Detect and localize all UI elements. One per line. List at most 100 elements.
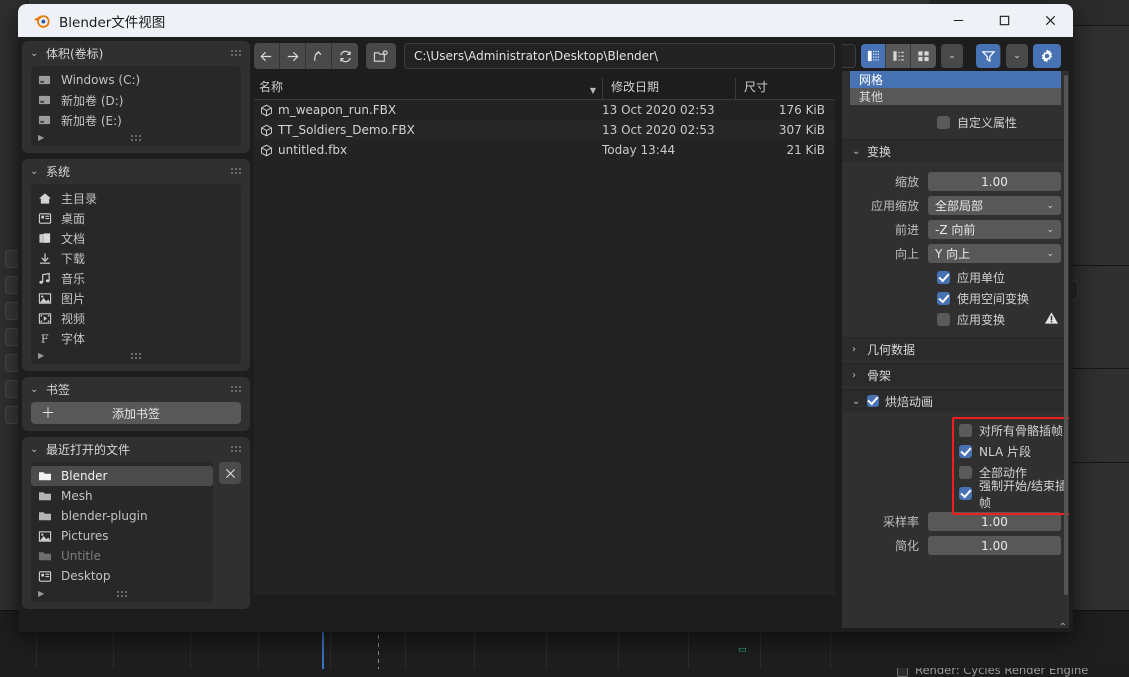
geometry-section-header[interactable]: › 几何数据 <box>842 337 1069 360</box>
sidebar-item-downloads[interactable]: 下载 <box>31 248 241 268</box>
refresh-button[interactable] <box>332 43 358 69</box>
recent-item-mesh[interactable]: Mesh <box>31 486 213 506</box>
apply-transform-checkbox[interactable] <box>937 313 950 326</box>
pictures-icon <box>38 530 58 543</box>
resize-grip-icon[interactable] <box>116 590 128 598</box>
panel-scrollbar[interactable] <box>1064 75 1068 595</box>
recent-item-pictures[interactable]: Pictures <box>31 526 213 546</box>
drag-grip-icon[interactable] <box>230 385 242 394</box>
sidebar: ⌄ 体积(卷标) Windows (C:) <box>22 41 250 628</box>
options-scroll-area[interactable]: 网格 其他 自定义属性 ⌄ 变换 缩放 1.00 <box>842 71 1069 628</box>
key-all-bones-checkbox[interactable] <box>959 424 972 437</box>
column-header-size[interactable]: 尺寸 <box>735 78 835 99</box>
pictures-icon <box>38 292 58 305</box>
transform-section-header[interactable]: ⌄ 变换 <box>842 139 1069 162</box>
simplify-input[interactable]: 1.00 <box>928 536 1061 555</box>
table-row[interactable]: TT_Soldiers_Demo.FBX 13 Oct 2020 02:53 3… <box>254 120 835 140</box>
nla-strips-checkbox[interactable] <box>959 445 972 458</box>
sidebar-item-fonts[interactable]: F 字体 <box>31 328 241 348</box>
column-header-name[interactable]: 名称 <box>254 78 590 99</box>
sidebar-item-music[interactable]: 音乐 <box>31 268 241 288</box>
sampling-rate-input[interactable]: 1.00 <box>928 512 1061 531</box>
custom-properties-checkbox[interactable] <box>937 116 950 129</box>
table-row[interactable]: untitled.fbx Today 13:44 21 KiB <box>254 140 835 160</box>
up-select[interactable]: Y 向上 ⌄ <box>928 244 1061 263</box>
system-list-footer[interactable]: ▶ <box>31 348 241 363</box>
volumes-list-footer[interactable]: ▶ <box>31 130 241 145</box>
scale-input[interactable]: 1.00 <box>928 172 1061 191</box>
file-name-cell[interactable]: untitled.fbx <box>254 143 594 157</box>
armature-section-header[interactable]: › 骨架 <box>842 363 1069 386</box>
recent-item-untitle[interactable]: Untitle <box>31 546 213 566</box>
file-size: 21 KiB <box>735 143 835 157</box>
forward-select[interactable]: -Z 向前 ⌄ <box>928 220 1061 239</box>
sidebar-item-documents[interactable]: 文档 <box>31 228 241 248</box>
sort-indicator-icon[interactable]: ▼ <box>590 86 602 99</box>
system-header[interactable]: ⌄ 系统 <box>22 159 250 184</box>
resize-grip-icon[interactable] <box>130 134 142 142</box>
clear-recent-button[interactable] <box>219 462 241 484</box>
forward-button[interactable] <box>280 43 306 69</box>
resize-grip-icon[interactable] <box>130 352 142 360</box>
settings-button[interactable] <box>1033 44 1061 68</box>
file-list[interactable]: m_weapon_run.FBX 13 Oct 2020 02:53 176 K… <box>254 100 835 595</box>
sidebar-item-desktop[interactable]: 桌面 <box>31 208 241 228</box>
blender-file-view-window: Blender文件视图 ⌄ 体积(卷标) <box>18 4 1073 632</box>
bake-animation-checkbox[interactable] <box>867 395 879 407</box>
sidebar-item-home[interactable]: 主目录 <box>31 188 241 208</box>
maximize-button[interactable] <box>981 4 1027 37</box>
recent-item-blender[interactable]: Blender <box>31 466 213 486</box>
bookmarks-header[interactable]: ⌄ 书签 <box>22 377 250 402</box>
path-input[interactable]: C:\Users\Administrator\Desktop\Blender\ <box>404 43 835 69</box>
drag-grip-icon[interactable] <box>230 49 242 58</box>
thumbnail-grid-icon <box>916 49 931 63</box>
close-button[interactable] <box>1027 4 1073 37</box>
use-space-transform-row[interactable]: 使用空间变换 <box>842 288 1069 309</box>
filter-toggle-button[interactable] <box>976 44 1001 68</box>
file-name-cell[interactable]: TT_Soldiers_Demo.FBX <box>254 123 594 137</box>
display-mode-list-vertical[interactable] <box>861 44 886 68</box>
use-space-transform-checkbox[interactable] <box>937 292 950 305</box>
custom-properties-row[interactable]: 自定义属性 <box>842 112 1069 133</box>
recent-header[interactable]: ⌄ 最近打开的文件 <box>22 437 250 462</box>
all-actions-checkbox[interactable] <box>959 466 972 479</box>
apply-unit-checkbox[interactable] <box>937 271 950 284</box>
volume-item-c[interactable]: Windows (C:) <box>31 70 241 90</box>
recent-item-desktop[interactable]: Desktop <box>31 566 213 586</box>
drag-grip-icon[interactable] <box>230 167 242 176</box>
display-mode-list-horizontal[interactable] <box>886 44 911 68</box>
file-name-cell[interactable]: m_weapon_run.FBX <box>254 103 594 117</box>
file-toolbar: C:\Users\Administrator\Desktop\Blender\ <box>254 41 835 71</box>
column-header-date[interactable]: 修改日期 <box>602 78 735 99</box>
volumes-header[interactable]: ⌄ 体积(卷标) <box>22 41 250 66</box>
collapse-arrow-icon[interactable]: ⌃ <box>1059 622 1067 632</box>
object-type-other[interactable]: 其他 <box>850 88 1061 105</box>
apply-transform-row[interactable]: 应用变换 <box>842 309 1069 330</box>
apply-scalings-select[interactable]: 全部局部 ⌄ <box>928 196 1061 215</box>
object-type-mesh[interactable]: 网格 <box>850 71 1061 88</box>
recent-list-footer[interactable]: ▶ <box>31 586 213 601</box>
table-row[interactable]: m_weapon_run.FBX 13 Oct 2020 02:53 176 K… <box>254 100 835 120</box>
minimize-button[interactable] <box>935 4 981 37</box>
sidebar-item-videos[interactable]: 视频 <box>31 308 241 328</box>
display-options-dropdown[interactable]: ⌄ <box>941 44 963 68</box>
new-folder-button[interactable] <box>366 43 396 69</box>
volume-item-d[interactable]: 新加卷 (D:) <box>31 90 241 110</box>
search-input[interactable] <box>842 44 856 68</box>
parent-directory-button[interactable] <box>306 43 332 69</box>
apply-unit-row[interactable]: 应用单位 <box>842 267 1069 288</box>
force-start-end-keying-checkbox[interactable] <box>959 487 972 500</box>
display-mode-thumbnail-grid[interactable] <box>911 44 936 68</box>
file-date: 13 Oct 2020 02:53 <box>594 103 735 117</box>
nla-strips-row[interactable]: NLA 片段 <box>842 441 1069 462</box>
drag-grip-icon[interactable] <box>230 445 242 454</box>
recent-item-blender-plugin[interactable]: blender-plugin <box>31 506 213 526</box>
back-button[interactable] <box>254 43 280 69</box>
volume-item-e[interactable]: 新加卷 (E:) <box>31 110 241 130</box>
bake-animation-section-header[interactable]: ⌄ 烘焙动画 <box>842 389 1069 412</box>
sidebar-item-pictures[interactable]: 图片 <box>31 288 241 308</box>
add-bookmark-button[interactable]: ＋ 添加书签 <box>31 402 241 424</box>
filter-options-dropdown[interactable]: ⌄ <box>1006 44 1028 68</box>
key-all-bones-row[interactable]: 对所有骨骼插帧 <box>842 420 1069 441</box>
force-start-end-keying-row[interactable]: 强制开始/结束插帧 <box>842 483 1069 504</box>
